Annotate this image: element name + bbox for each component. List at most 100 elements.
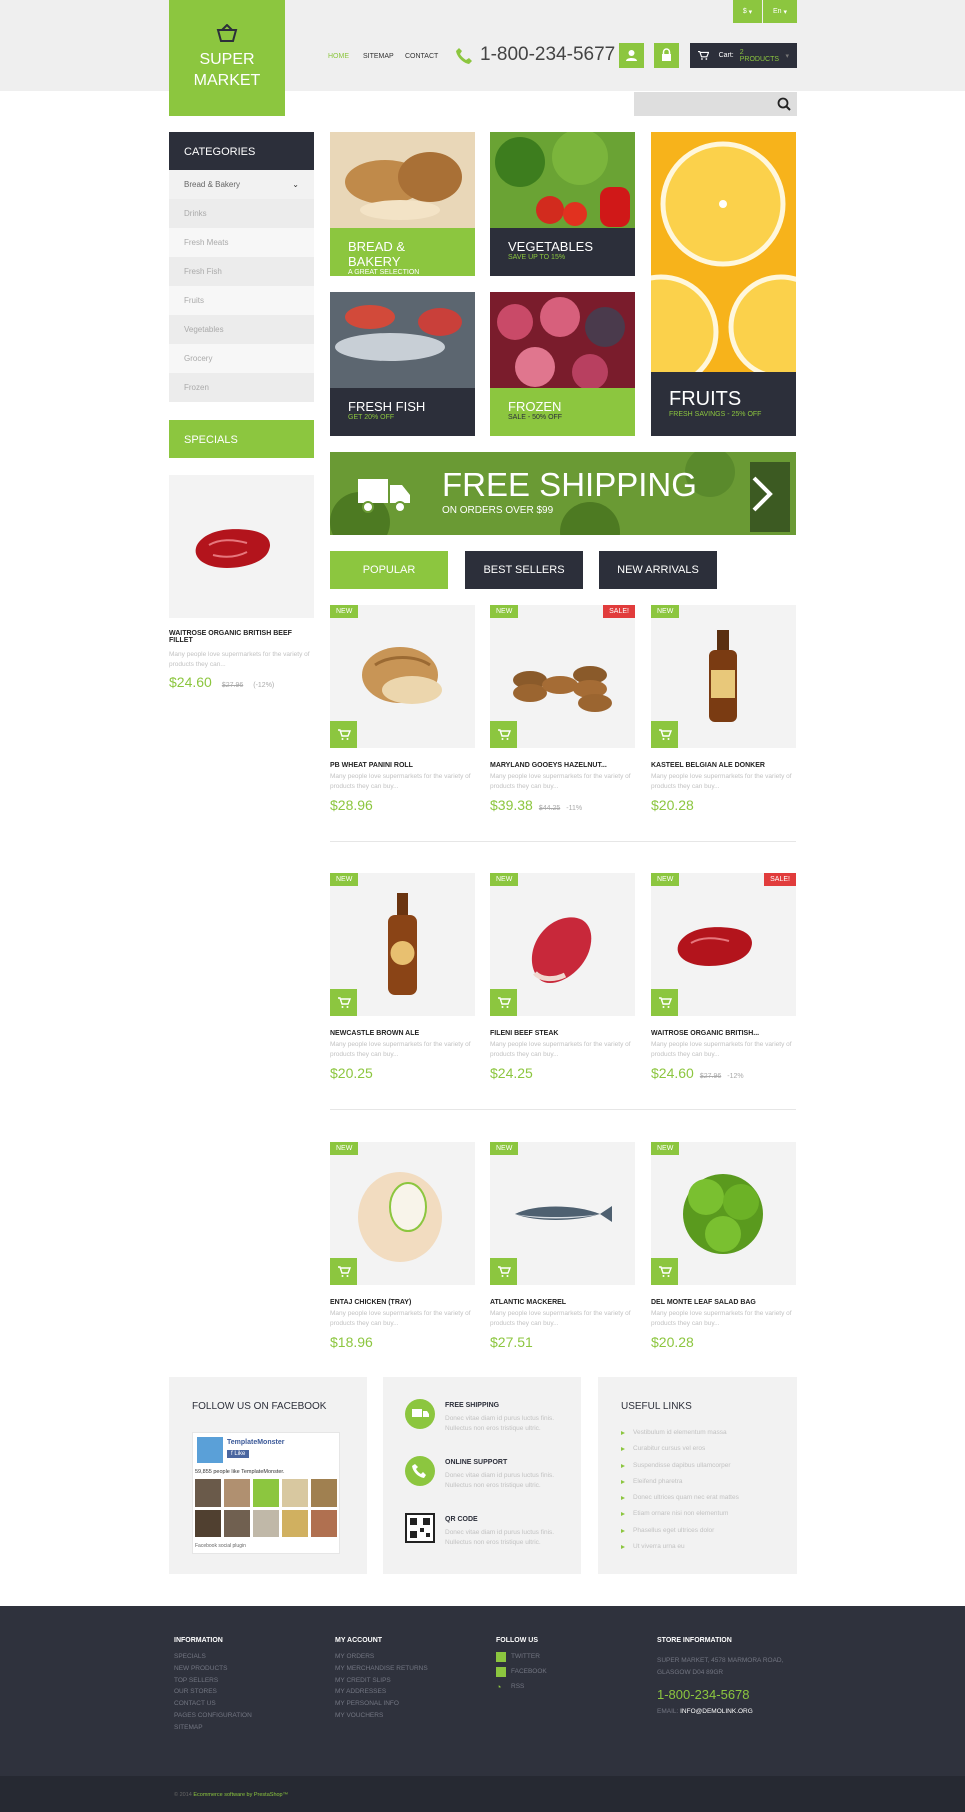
footer-link[interactable]: MY VOUCHERS — [335, 1712, 428, 1720]
useful-link[interactable]: Vestibulum id elementum massa — [621, 1429, 739, 1445]
product-name[interactable]: DEL MONTE LEAF SALAD BAG — [651, 1299, 796, 1306]
category-fresh-fish[interactable]: Fresh Fish — [169, 257, 314, 286]
search-input[interactable] — [634, 92, 797, 116]
nav-home[interactable]: HOME — [328, 53, 349, 60]
add-to-cart-button[interactable] — [330, 721, 357, 748]
product-card[interactable]: NEW KASTEEL BELGIAN ALE DONKER Many peop… — [651, 605, 796, 813]
useful-link[interactable]: Eleifend pharetra — [621, 1478, 739, 1494]
product-image[interactable]: NEW — [330, 605, 475, 748]
footer-link[interactable]: PAGES CONFIGURATION — [174, 1712, 252, 1720]
product-card[interactable]: NEW ENTAJ CHICKEN (TRAY) Many people lov… — [330, 1142, 475, 1350]
user-button[interactable] — [619, 43, 644, 68]
product-name[interactable]: NEWCASTLE BROWN ALE — [330, 1030, 475, 1037]
useful-link[interactable]: Suspendisse dapibus ullamcorper — [621, 1462, 739, 1478]
free-shipping-banner[interactable]: FREE SHIPPING ON ORDERS OVER $99 — [330, 452, 796, 535]
footer-link[interactable]: TWITTER — [511, 1653, 540, 1661]
product-name[interactable]: ATLANTIC MACKEREL — [490, 1299, 635, 1306]
tile-frozen[interactable]: FROZEN SALE - 50% OFF — [490, 292, 635, 436]
twitter-icon[interactable] — [496, 1652, 506, 1662]
footer-link[interactable]: SPECIALS — [174, 1653, 252, 1661]
currency-dropdown[interactable]: $ ▾ — [733, 0, 762, 23]
tab-popular[interactable]: POPULAR — [330, 551, 448, 589]
product-card[interactable]: NEW SALE! MARYLAND GOOEYS HAZELNUT... Ma… — [490, 605, 635, 813]
category-frozen[interactable]: Frozen — [169, 373, 314, 402]
product-card[interactable]: NEW FILENI BEEF STEAK Many people love s… — [490, 873, 635, 1081]
add-to-cart-button[interactable] — [651, 989, 678, 1016]
footer-link[interactable]: FACEBOOK — [511, 1668, 547, 1676]
product-card[interactable]: NEW PB WHEAT PANINI ROLL Many people lov… — [330, 605, 475, 813]
footer-link[interactable]: NEW PRODUCTS — [174, 1665, 252, 1673]
product-name[interactable]: FILENI BEEF STEAK — [490, 1030, 635, 1037]
search-icon[interactable] — [777, 97, 791, 111]
category-grocery[interactable]: Grocery — [169, 344, 314, 373]
facebook-icon[interactable] — [496, 1667, 506, 1677]
useful-link[interactable]: Curabitur cursus vel eros — [621, 1445, 739, 1461]
tile-fresh-fish[interactable]: FRESH FISH GET 20% OFF — [330, 292, 475, 436]
product-card[interactable]: NEW ATLANTIC MACKEREL Many people love s… — [490, 1142, 635, 1350]
add-to-cart-button[interactable] — [490, 721, 517, 748]
product-image[interactable]: NEW — [490, 1142, 635, 1285]
footer-link[interactable]: SITEMAP — [174, 1724, 252, 1732]
product-name[interactable]: MARYLAND GOOEYS HAZELNUT... — [490, 762, 635, 769]
useful-link[interactable]: Donec ultrices quam nec erat mattes — [621, 1494, 739, 1510]
nav-sitemap[interactable]: SITEMAP — [363, 53, 394, 60]
powered-by-link[interactable]: Ecommerce software by PrestaShop™ — [193, 1792, 288, 1798]
store-email[interactable]: INFO@DEMOLINK.ORG — [680, 1708, 753, 1715]
footer-link[interactable]: CONTACT US — [174, 1700, 252, 1708]
facebook-like-button[interactable]: f Like — [227, 1450, 250, 1458]
nav-contact[interactable]: CONTACT — [405, 53, 438, 60]
product-card[interactable]: NEW DEL MONTE LEAF SALAD BAG Many people… — [651, 1142, 796, 1350]
tile-fruits[interactable]: FRUITS FRESH SAVINGS - 25% OFF — [651, 132, 796, 436]
product-name[interactable]: PB WHEAT PANINI ROLL — [330, 762, 475, 769]
product-name[interactable]: ENTAJ CHICKEN (TRAY) — [330, 1299, 475, 1306]
facebook-page-name[interactable]: TemplateMonster — [227, 1439, 284, 1446]
lock-button[interactable] — [654, 43, 679, 68]
product-image[interactable]: NEW SALE! — [490, 605, 635, 748]
category-drinks[interactable]: Drinks — [169, 199, 314, 228]
useful-link[interactable]: Phasellus eget ultrices dolor — [621, 1527, 739, 1543]
tile-vegetables[interactable]: VEGETABLES SAVE UP TO 15% — [490, 132, 635, 276]
footer-link[interactable]: RSS — [511, 1683, 524, 1691]
useful-link[interactable]: Ut viverra urna eu — [621, 1543, 739, 1559]
footer-link[interactable]: MY ADDRESSES — [335, 1688, 428, 1696]
chevron-down-icon[interactable]: ⌄ — [292, 180, 299, 189]
product-card[interactable]: NEW SALE! WAITROSE ORGANIC BRITISH... Ma… — [651, 873, 796, 1081]
product-image[interactable]: NEW — [651, 1142, 796, 1285]
footer-link[interactable]: MY ORDERS — [335, 1653, 428, 1661]
tab-new-arrivals[interactable]: NEW ARRIVALS — [599, 551, 717, 589]
product-name[interactable]: WAITROSE ORGANIC BRITISH... — [651, 1030, 796, 1037]
add-to-cart-button[interactable] — [330, 1258, 357, 1285]
language-dropdown[interactable]: En ▾ — [763, 0, 797, 23]
add-to-cart-button[interactable] — [651, 721, 678, 748]
rss-icon[interactable]: ◔ — [496, 1682, 506, 1692]
product-image[interactable]: NEW — [330, 873, 475, 1016]
category-fruits[interactable]: Fruits — [169, 286, 314, 315]
footer-link[interactable]: TOP SELLERS — [174, 1677, 252, 1685]
footer-link[interactable]: OUR STORES — [174, 1688, 252, 1696]
logo[interactable]: SUPER MARKET — [169, 0, 285, 116]
product-card[interactable]: NEW NEWCASTLE BROWN ALE Many people love… — [330, 873, 475, 1081]
special-product-image[interactable] — [169, 475, 314, 618]
product-image[interactable]: NEW — [651, 605, 796, 748]
cart-button[interactable]: Cart: 2 PRODUCTS ▾ — [690, 43, 797, 68]
add-to-cart-button[interactable] — [651, 1258, 678, 1285]
add-to-cart-button[interactable] — [490, 989, 517, 1016]
footer-link[interactable]: MY CREDIT SLIPS — [335, 1677, 428, 1685]
product-image[interactable]: NEW — [330, 1142, 475, 1285]
useful-link[interactable]: Etiam ornare nisi non elementum — [621, 1510, 739, 1526]
chevron-right-icon[interactable] — [750, 476, 774, 512]
category-fresh-meats[interactable]: Fresh Meats — [169, 228, 314, 257]
add-to-cart-button[interactable] — [330, 989, 357, 1016]
facebook-widget[interactable]: TemplateMonster f Like 59,855 people lik… — [192, 1432, 340, 1554]
product-image[interactable]: NEW — [490, 873, 635, 1016]
footer-link[interactable]: MY PERSONAL INFO — [335, 1700, 428, 1708]
tile-bread-bakery[interactable]: BREAD & BAKERY A GREAT SELECTION — [330, 132, 475, 276]
footer-link[interactable]: MY MERCHANDISE RETURNS — [335, 1665, 428, 1673]
special-product-name[interactable]: WAITROSE ORGANIC BRITISH BEEF FILLET — [169, 630, 314, 644]
product-image[interactable]: NEW SALE! — [651, 873, 796, 1016]
tab-best-sellers[interactable]: BEST SELLERS — [465, 551, 583, 589]
product-name[interactable]: KASTEEL BELGIAN ALE DONKER — [651, 762, 796, 769]
category-vegetables[interactable]: Vegetables — [169, 315, 314, 344]
add-to-cart-button[interactable] — [490, 1258, 517, 1285]
category-bread-bakery[interactable]: Bread & Bakery ⌄ — [169, 170, 314, 199]
